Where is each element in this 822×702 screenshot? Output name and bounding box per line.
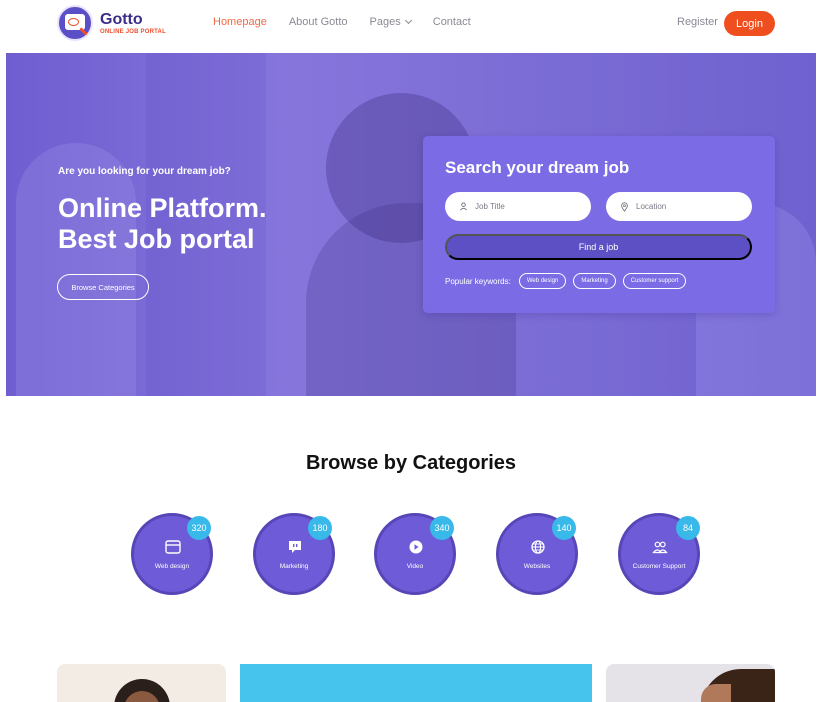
search-title: Search your dream job xyxy=(445,158,630,177)
popular-keywords: Popular keywords: Web design Marketing C… xyxy=(445,273,693,289)
hero-banner: Are you looking for your dream job? Onli… xyxy=(6,53,816,396)
nav-pages[interactable]: Pages xyxy=(369,16,412,28)
category-count-badge: 180 xyxy=(308,516,332,540)
hero-title-line2: Best Job portal xyxy=(58,224,255,254)
popular-keywords-label: Popular keywords: xyxy=(445,276,511,286)
nav-pages-label: Pages xyxy=(369,16,401,28)
magnifier-logo-icon xyxy=(57,5,93,41)
register-link[interactable]: Register xyxy=(677,16,718,28)
nav-about[interactable]: About Gotto xyxy=(289,16,348,28)
featured-card[interactable] xyxy=(606,664,775,702)
keyword-chip[interactable]: Web design xyxy=(518,273,567,289)
hero-photo-person-left xyxy=(16,143,136,396)
nav-homepage[interactable]: Homepage xyxy=(213,16,267,28)
globe-icon xyxy=(531,540,545,554)
users-icon xyxy=(652,541,668,554)
job-search-card: Search your dream job Job Title Location… xyxy=(423,136,775,313)
keyword-chip[interactable]: Marketing xyxy=(573,273,616,289)
logo[interactable]: Gotto ONLINE JOB PORTAL xyxy=(57,5,166,41)
category-label: Video xyxy=(406,563,424,570)
category-count-badge: 320 xyxy=(187,516,211,540)
map-pin-icon xyxy=(621,201,628,212)
category-label: Websites xyxy=(523,563,551,570)
chevron-down-icon xyxy=(404,16,412,25)
browser-window-icon xyxy=(165,540,181,554)
main-nav: Homepage About Gotto Pages Contact xyxy=(213,16,493,28)
category-label: Web design xyxy=(154,563,190,570)
job-title-placeholder: Job Title xyxy=(475,202,505,211)
hero-title: Online Platform. Best Job portal xyxy=(58,193,358,255)
category-count-badge: 340 xyxy=(430,516,454,540)
category-label: Customer Support xyxy=(632,563,686,570)
person-photo-face xyxy=(701,684,731,702)
play-icon xyxy=(409,540,423,554)
chat-bubble-icon xyxy=(289,541,301,553)
category-count-badge: 84 xyxy=(676,516,700,540)
category-label: Marketing xyxy=(279,563,309,570)
job-title-input[interactable]: Job Title xyxy=(445,192,591,221)
find-job-button[interactable]: Find a job xyxy=(445,234,752,260)
hero-eyebrow: Are you looking for your dream job? xyxy=(58,166,231,177)
featured-card[interactable] xyxy=(240,664,592,702)
location-placeholder: Location xyxy=(636,202,667,211)
location-input[interactable]: Location xyxy=(606,192,752,221)
hero-title-line1: Online Platform. xyxy=(58,193,267,223)
brand-name: Gotto xyxy=(100,11,143,28)
featured-card[interactable] xyxy=(57,664,226,702)
category-count-badge: 140 xyxy=(552,516,576,540)
site-header: Gotto ONLINE JOB PORTAL Homepage About G… xyxy=(0,0,822,52)
categories-heading: Browse by Categories xyxy=(305,452,517,474)
nav-contact[interactable]: Contact xyxy=(433,16,471,28)
browse-categories-button[interactable]: Browse Categories xyxy=(57,274,149,300)
keyword-chip[interactable]: Customer support xyxy=(622,273,687,289)
brand-tagline: ONLINE JOB PORTAL xyxy=(100,29,166,35)
login-button[interactable]: Login xyxy=(724,11,775,36)
user-icon xyxy=(460,202,467,211)
